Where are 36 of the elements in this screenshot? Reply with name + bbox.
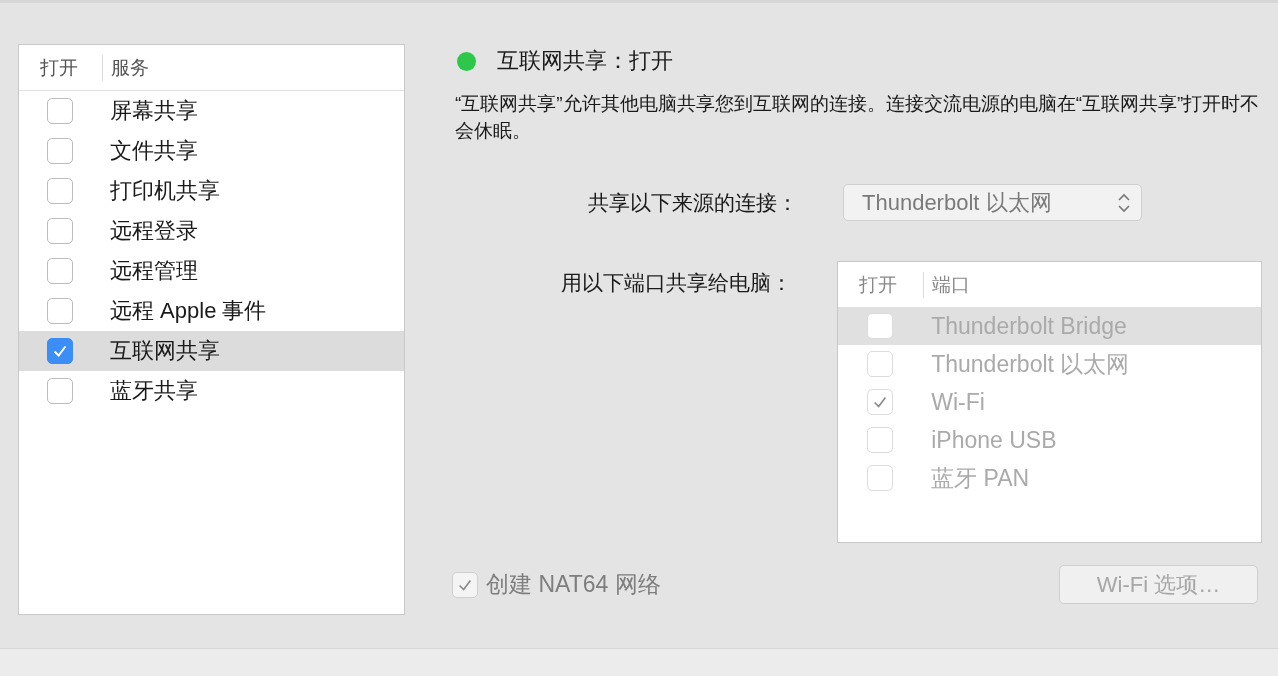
service-name: 远程登录 [110, 217, 198, 245]
column-header[interactable]: 服务 [103, 54, 149, 81]
service-name: 文件共享 [110, 137, 198, 165]
service-row[interactable]: 打印机共享 [19, 171, 404, 211]
service-name: 互联网共享 [110, 337, 220, 365]
description-text: “互联网共享”允许其他电脑共享您到互联网的连接。连接交流电源的电脑在“互联网共享”打开时不会休眠。 [455, 92, 1260, 143]
checkbox[interactable] [47, 378, 73, 404]
source-label: 共享以下来源的连接： [587, 189, 799, 216]
checkbox[interactable] [47, 178, 73, 204]
checkbox[interactable] [47, 338, 73, 364]
service-name: 远程 Apple 事件 [110, 297, 267, 325]
service-row[interactable]: 蓝牙共享 [19, 371, 404, 411]
service-name: 远程管理 [110, 257, 198, 285]
column-header[interactable]: 打开 [19, 54, 103, 81]
service-row[interactable]: 远程管理 [19, 251, 404, 291]
service-name: 打印机共享 [110, 177, 220, 205]
service-row[interactable]: 屏幕共享 [19, 91, 404, 131]
service-row[interactable]: 远程 Apple 事件 [19, 291, 404, 331]
service-name: 蓝牙共享 [110, 377, 198, 405]
checkbox[interactable] [47, 218, 73, 244]
checkbox[interactable] [47, 98, 73, 124]
port-name: Wi-Fi [931, 388, 985, 416]
checkbox[interactable] [47, 298, 73, 324]
port-name: Thunderbolt 以太网 [931, 349, 1130, 379]
checkbox[interactable] [47, 138, 73, 164]
checkbox[interactable] [47, 258, 73, 284]
service-name: 屏幕共享 [110, 97, 198, 125]
status-title: 互联网共享：打开 [497, 47, 673, 75]
service-row[interactable]: 互联网共享 [19, 331, 404, 371]
ports-label: 用以下端口共享给电脑： [560, 270, 794, 296]
port-name: iPhone USB [931, 426, 1057, 454]
service-row[interactable]: 远程登录 [19, 211, 404, 251]
chevron-updown-icon [1117, 191, 1131, 214]
source-popup[interactable]: Thunderbolt 以太网 [843, 184, 1142, 221]
port-name: 蓝牙 PAN [931, 463, 1030, 493]
service-row[interactable]: 文件共享 [19, 131, 404, 171]
